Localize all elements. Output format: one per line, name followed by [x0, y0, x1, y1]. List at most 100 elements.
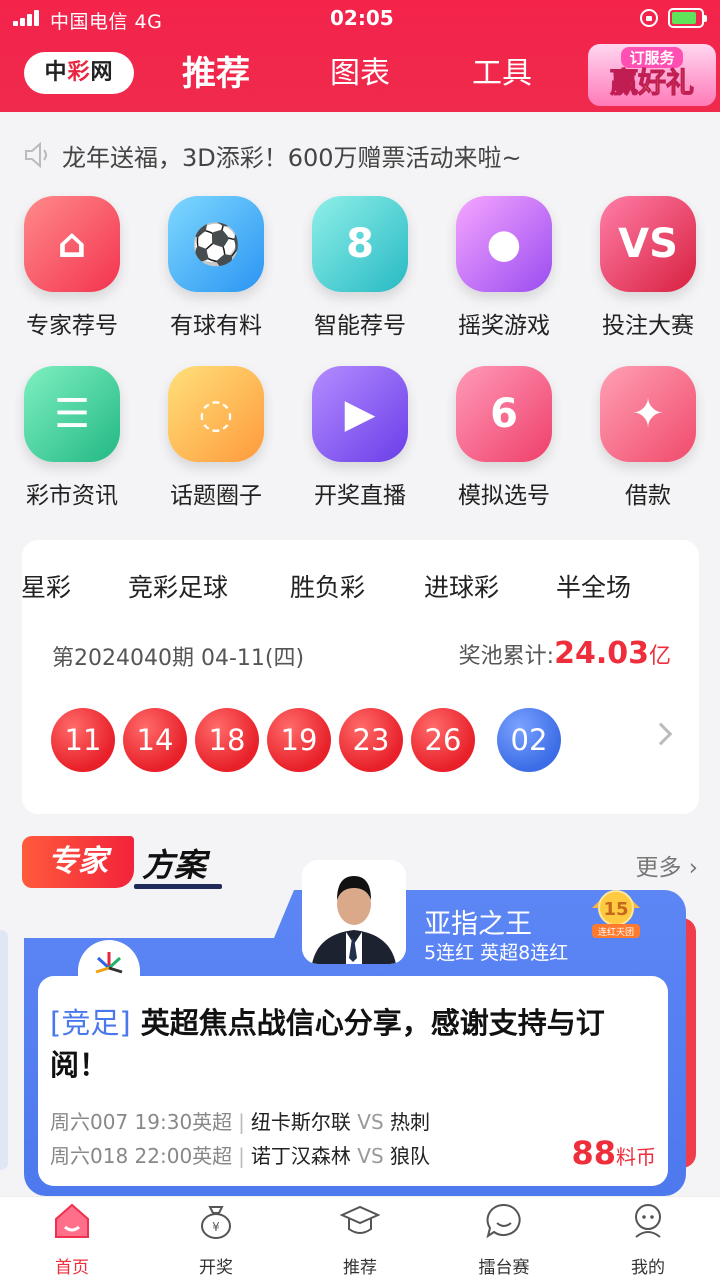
home-team: 诺丁汉森林	[250, 1144, 351, 1168]
vs-icon: VS	[600, 196, 696, 292]
grid-label: 智能荐号	[314, 313, 406, 339]
grid-item-betting-contest[interactable]: VS 投注大赛	[583, 196, 713, 346]
notice-text: 龙年送福，3D添彩！600万赠票活动来啦~	[62, 144, 522, 172]
top-nav: 中彩网 推荐 图表 工具 订服务 赢好礼	[0, 44, 720, 106]
speaker-icon	[25, 141, 47, 169]
promo-line2: 赢好礼	[609, 66, 694, 99]
tabbar-label: 擂台赛	[478, 1258, 530, 1278]
football-icon: ⚽	[168, 196, 264, 292]
medal-number: 15	[603, 899, 628, 920]
news-icon: ☰	[24, 366, 120, 462]
grid-label: 话题圈子	[170, 483, 262, 509]
card-stack-left	[0, 930, 8, 1170]
header: 中国电信 4G 02:05 中彩网 推荐 图表 工具 订服务 赢好礼	[0, 0, 720, 112]
grid-label: 借款	[625, 483, 671, 509]
away-team: 热刺	[390, 1110, 431, 1134]
vs-label: VS	[357, 1144, 384, 1168]
notice-bar[interactable]: 龙年送福，3D添彩！600万赠票活动来啦~	[22, 134, 702, 174]
expert-plan-card[interactable]: 亚指之王 5连红 英超8连红 15 连红天团 [竞足] 英超焦点战信心分享，感谢…	[0, 860, 720, 1196]
app-logo[interactable]: 中彩网	[24, 52, 134, 94]
grid-item-expert-picks[interactable]: ⌂ 专家荐号	[7, 196, 137, 346]
price-unit: 料币	[616, 1145, 656, 1169]
grid-item-smart-picks[interactable]: 8 智能荐号	[295, 196, 425, 346]
plan-title: [竞足] 英超焦点战信心分享，感谢支持与订阅！	[50, 1002, 650, 1086]
tabbar-arena[interactable]: 擂台赛	[444, 1201, 564, 1278]
chevron-right-icon[interactable]	[649, 722, 673, 746]
lottery-tab-qixingcai[interactable]: 七星彩	[22, 568, 71, 604]
tabbar-draw[interactable]: ¥ 开奖	[156, 1201, 276, 1278]
match-row: 周六007 19:30英超 | 纽卡斯尔联 VS 热刺	[50, 1110, 431, 1134]
red-ball: 19	[267, 708, 331, 772]
grid-item-football[interactable]: ⚽ 有球有料	[151, 196, 281, 346]
tabbar-mine[interactable]: 我的	[588, 1201, 708, 1278]
match-meta: 周六007 19:30英超	[50, 1110, 233, 1134]
tabbar-recommend[interactable]: 推荐	[300, 1201, 420, 1278]
tabbar-label: 首页	[55, 1258, 89, 1278]
pool-unit: 亿	[648, 644, 671, 669]
lottery-ball-icon: ●	[456, 196, 552, 292]
expert-photo	[302, 860, 406, 964]
carrier-label: 中国电信 4G	[50, 11, 163, 33]
lottery-tab-half-full[interactable]: 半全场	[556, 568, 631, 604]
grid-label: 投注大赛	[602, 313, 694, 339]
rotation-lock-icon	[640, 9, 658, 27]
vs-label: VS	[357, 1110, 384, 1134]
draw-issue: 第2024040期 04-11(四)	[52, 646, 305, 671]
avatar[interactable]	[302, 860, 406, 964]
lottery-tab-goals[interactable]: 进球彩	[424, 568, 499, 604]
grid-item-news[interactable]: ☰ 彩市资讯	[7, 366, 137, 516]
video-play-icon: ▶	[312, 366, 408, 462]
expert-name: 亚指之王	[424, 909, 532, 940]
lottery-tab-win-lose[interactable]: 胜负彩	[290, 568, 365, 604]
red-ball: 14	[123, 708, 187, 772]
grid-item-topic-circle[interactable]: ◌ 话题圈子	[151, 366, 281, 516]
jackpot-pool: 奖池累计:24.03亿	[459, 636, 671, 671]
house-icon: ⌂	[24, 196, 120, 292]
promo-line1: 订服务	[621, 47, 683, 68]
blue-ball: 02	[497, 708, 561, 772]
logo-text-3: 网	[90, 60, 114, 85]
plan-tag: [竞足]	[50, 1006, 131, 1040]
tab-recommend[interactable]: 推荐	[182, 52, 250, 96]
red-ball: 26	[411, 708, 475, 772]
match-row: 周六018 22:00英超 | 诺丁汉森林 VS 狼队	[50, 1144, 431, 1168]
svg-text:¥: ¥	[212, 1220, 220, 1234]
plan-title-text: 英超焦点战信心分享，感谢支持与订阅！	[50, 1006, 605, 1082]
grid-item-simulate[interactable]: 6 模拟选号	[439, 366, 569, 516]
logo-text-2: 彩	[67, 60, 91, 85]
chat-bubble-icon	[486, 1203, 521, 1239]
promo-banner[interactable]: 订服务 赢好礼	[588, 44, 716, 106]
status-time: 02:05	[330, 6, 394, 30]
grid-item-live-draw[interactable]: ▶ 开奖直播	[295, 366, 425, 516]
grid-label: 开奖直播	[314, 483, 406, 509]
red-ball: 11	[51, 708, 115, 772]
user-icon	[635, 1204, 661, 1238]
topic-circle-icon: ◌	[168, 366, 264, 462]
grid-label: 彩市资讯	[26, 483, 118, 509]
plan-content[interactable]: [竞足] 英超焦点战信心分享，感谢支持与订阅！ 周六007 19:30英超 | 纽卡…	[38, 976, 668, 1186]
tab-tools[interactable]: 工具	[472, 52, 532, 96]
grid-label: 模拟选号	[458, 483, 550, 509]
dice-6-icon: 6	[456, 366, 552, 462]
grid-label: 专家荐号	[26, 313, 118, 339]
home-team: 纽卡斯尔联	[250, 1110, 351, 1134]
winning-numbers[interactable]: 11 14 18 19 23 26 02	[51, 708, 611, 772]
expert-streak: 5连红 英超8连红	[424, 942, 569, 964]
streak-medal-icon: 15 连红天团	[592, 890, 640, 938]
plan-price: 88料币	[571, 1134, 656, 1172]
grid-item-lottery-game[interactable]: ● 摇奖游戏	[439, 196, 569, 346]
pool-amount: 24.03	[554, 636, 649, 671]
grid-label: 有球有料	[170, 313, 262, 339]
graduation-cap-icon	[339, 1205, 381, 1234]
tab-charts[interactable]: 图表	[330, 52, 390, 96]
status-bar: 中国电信 4G 02:05	[0, 0, 720, 38]
away-team: 狼队	[390, 1144, 431, 1168]
tabbar-home[interactable]: 首页	[12, 1201, 132, 1278]
lottery-tabs: 七星彩 竞彩足球 胜负彩 进球彩 半全场	[22, 568, 699, 608]
tabbar-label: 开奖	[199, 1258, 233, 1278]
lottery-tab-football[interactable]: 竞彩足球	[128, 568, 228, 604]
medal-text: 连红天团	[598, 926, 634, 938]
number-8-icon: 8	[312, 196, 408, 292]
grid-item-loan[interactable]: ✦ 借款	[583, 366, 713, 516]
pool-label: 奖池累计:	[458, 644, 555, 669]
